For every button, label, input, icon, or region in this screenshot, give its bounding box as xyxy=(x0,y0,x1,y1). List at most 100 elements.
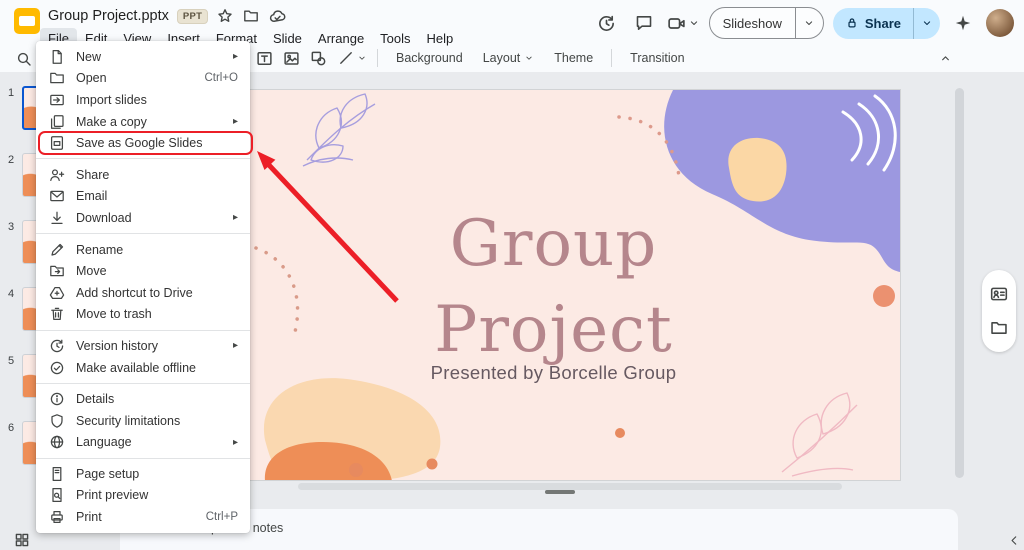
menu-item-move-to-trash[interactable]: Move to trash xyxy=(36,304,250,326)
menu-item-open[interactable]: Open Ctrl+O xyxy=(36,68,250,90)
menu-divider xyxy=(36,233,250,234)
slide-decoration-art xyxy=(207,90,900,480)
contacts-card-icon[interactable] xyxy=(990,285,1008,303)
file-menu: New▸OpenCtrl+OImport slidesMake a copy▸S… xyxy=(36,41,250,533)
menu-divider xyxy=(36,458,250,459)
menu-divider xyxy=(36,330,250,331)
slide-title-line2[interactable]: Project xyxy=(207,298,900,362)
menu-item-label: Version history xyxy=(76,339,225,353)
menu-item-email[interactable]: Email xyxy=(36,186,250,208)
menu-item-details[interactable]: Details xyxy=(36,388,250,410)
text-box-icon[interactable] xyxy=(252,46,277,71)
pencil-icon xyxy=(49,242,65,258)
slideshow-button[interactable]: Slideshow xyxy=(709,7,824,39)
menu-item-label: New xyxy=(76,50,225,64)
vertical-scrollbar[interactable] xyxy=(955,88,964,478)
notes-resize-handle[interactable] xyxy=(545,490,575,494)
menu-item-label: Open xyxy=(76,71,196,85)
horizontal-scrollbar[interactable] xyxy=(298,483,842,490)
slide-number: 5 xyxy=(0,354,22,367)
slide-title-line1[interactable]: Group xyxy=(207,212,900,276)
move-folder-icon[interactable] xyxy=(242,7,260,25)
slide-subtitle[interactable]: Presented by Borcelle Group xyxy=(207,362,900,384)
menu-item-shortcut: Ctrl+P xyxy=(206,511,238,523)
menu-item-save-as-google-slides[interactable]: Save as Google Slides xyxy=(36,132,250,154)
theme-button[interactable]: Theme xyxy=(545,47,602,69)
trash-icon xyxy=(49,306,65,322)
menu-item-label: Add shortcut to Drive xyxy=(76,286,238,300)
globe-icon xyxy=(49,434,65,450)
menu-item-label: Email xyxy=(76,189,238,203)
layout-button[interactable]: Layout xyxy=(474,47,544,69)
doc-new-icon xyxy=(49,49,65,65)
menu-divider xyxy=(36,158,250,159)
folder-icon[interactable] xyxy=(990,319,1008,337)
slideshow-label[interactable]: Slideshow xyxy=(710,16,795,31)
envelope-icon xyxy=(49,188,65,204)
menu-item-label: Share xyxy=(76,168,238,182)
person-add-icon xyxy=(49,167,65,183)
print-preview-icon xyxy=(49,487,65,503)
copy-icon xyxy=(49,114,65,130)
collapse-toolbar-icon[interactable] xyxy=(932,46,958,70)
menu-item-label: Import slides xyxy=(76,93,238,107)
menu-item-new[interactable]: New ▸ xyxy=(36,46,250,68)
chevron-down-icon xyxy=(688,17,700,29)
menu-item-label: Language xyxy=(76,435,225,449)
star-icon[interactable] xyxy=(216,7,234,25)
collapse-side-panel-icon[interactable] xyxy=(1006,530,1022,550)
submenu-arrow-icon: ▸ xyxy=(233,212,238,223)
submenu-arrow-icon: ▸ xyxy=(233,340,238,351)
menu-item-label: Security limitations xyxy=(76,414,238,428)
grid-view-icon[interactable] xyxy=(10,530,34,550)
menu-item-move[interactable]: Move xyxy=(36,260,250,282)
insert-line-icon[interactable] xyxy=(333,46,358,71)
insert-shape-icon[interactable] xyxy=(306,46,331,71)
line-dropdown-icon[interactable] xyxy=(356,46,368,71)
background-button[interactable]: Background xyxy=(387,47,472,69)
menu-item-print[interactable]: PrintCtrl+P xyxy=(36,506,250,528)
slideshow-dropdown[interactable] xyxy=(796,8,823,38)
menu-item-make-available-offline[interactable]: Make available offline xyxy=(36,357,250,379)
menu-item-page-setup[interactable]: Page setup xyxy=(36,463,250,485)
cloud-status-icon[interactable] xyxy=(268,7,286,25)
menu-item-rename[interactable]: Rename xyxy=(36,239,250,261)
comments-icon[interactable] xyxy=(630,9,658,37)
save-slides-icon xyxy=(49,135,65,151)
toolbar-divider xyxy=(611,49,612,67)
share-dropdown[interactable] xyxy=(914,8,940,39)
shield-icon xyxy=(49,413,65,429)
chevron-down-icon xyxy=(524,53,534,63)
folder-open-icon xyxy=(49,70,65,86)
insert-image-icon[interactable] xyxy=(279,46,304,71)
search-menus-icon[interactable] xyxy=(12,47,36,71)
menu-item-share[interactable]: Share xyxy=(36,164,250,186)
share-label[interactable]: Share xyxy=(865,16,901,31)
submenu-arrow-icon: ▸ xyxy=(233,51,238,62)
document-title[interactable]: Group Project.pptx xyxy=(48,8,169,24)
transition-button[interactable]: Transition xyxy=(621,47,693,69)
menu-item-language[interactable]: Language▸ xyxy=(36,432,250,454)
version-history-icon[interactable] xyxy=(593,9,621,37)
folder-move-icon xyxy=(49,263,65,279)
menu-item-download[interactable]: Download ▸ xyxy=(36,207,250,229)
account-avatar[interactable] xyxy=(986,9,1014,37)
slide-canvas[interactable]: Group Project Presented by Borcelle Grou… xyxy=(207,90,900,480)
share-button[interactable]: Share xyxy=(833,8,940,39)
google-slides-logo[interactable] xyxy=(14,8,40,34)
menu-item-shortcut: Ctrl+O xyxy=(204,72,238,84)
side-panel xyxy=(982,270,1016,352)
menu-item-label: Make a copy xyxy=(76,115,225,129)
menu-item-add-shortcut-to-drive[interactable]: Add shortcut to Drive xyxy=(36,282,250,304)
menu-item-version-history[interactable]: Version history ▸ xyxy=(36,335,250,357)
print-icon xyxy=(49,509,65,525)
menu-item-label: Make available offline xyxy=(76,361,238,375)
menu-item-make-a-copy[interactable]: Make a copy▸ xyxy=(36,111,250,133)
menu-item-security-limitations[interactable]: Security limitations xyxy=(36,410,250,432)
gemini-sparkle-icon[interactable] xyxy=(949,9,977,37)
meet-button[interactable] xyxy=(667,14,700,33)
menu-item-import-slides[interactable]: Import slides xyxy=(36,89,250,111)
menu-item-label: Page setup xyxy=(76,467,238,481)
menu-item-label: Download xyxy=(76,211,225,225)
menu-item-print-preview[interactable]: Print preview xyxy=(36,485,250,507)
